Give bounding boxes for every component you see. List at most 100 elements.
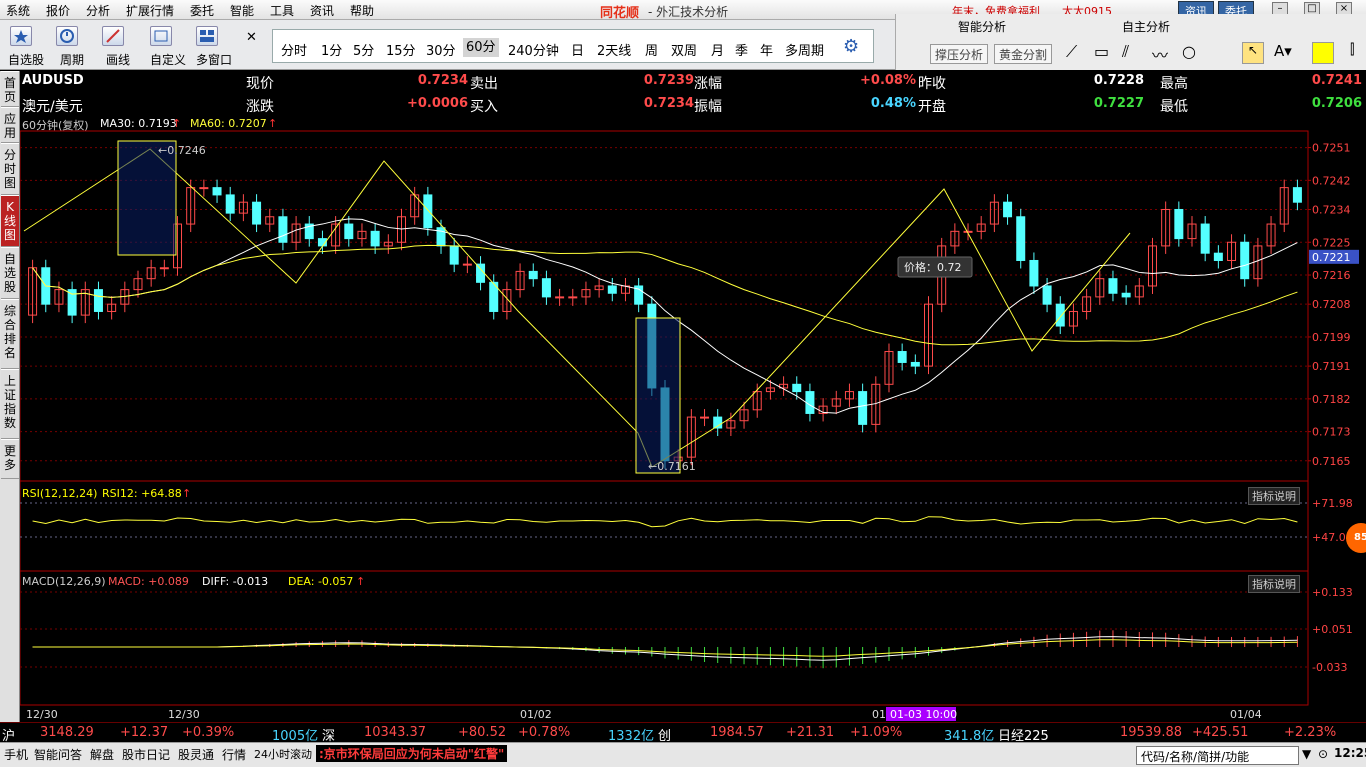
- cursor-tool-icon[interactable]: ↖: [1242, 42, 1264, 64]
- favorites-label[interactable]: 自选股: [8, 51, 44, 68]
- tab-smart-analysis[interactable]: 智能分析: [958, 18, 1006, 35]
- menu-analysis[interactable]: 分析: [86, 2, 110, 19]
- candle-body: [528, 270, 538, 280]
- quote-value: +0.08%: [860, 73, 916, 88]
- side-tab-6[interactable]: 综合排名: [1, 299, 19, 369]
- candle-body: [1213, 252, 1223, 261]
- multi-window-label[interactable]: 多窗口: [196, 51, 232, 68]
- menu-help[interactable]: 帮助: [350, 2, 374, 19]
- candle-body: [344, 223, 354, 240]
- main-period-legend: 60分钟(复权): [22, 119, 89, 132]
- period-tab[interactable]: 季: [735, 40, 748, 59]
- menu-quote[interactable]: 报价: [46, 2, 70, 19]
- side-tab-5[interactable]: 自选股: [1, 247, 19, 299]
- side-tab-7[interactable]: 上证指数: [1, 369, 19, 439]
- menu-news[interactable]: 资讯: [310, 2, 334, 19]
- quote-value: 0.7206: [1311, 96, 1362, 111]
- status-market[interactable]: 行情: [222, 746, 246, 763]
- side-tab-4[interactable]: K线图: [1, 195, 19, 247]
- close-toolbar-icon[interactable]: ✕: [246, 30, 257, 45]
- price-tick: 0.7225: [1312, 236, 1351, 249]
- settings-gear-icon[interactable]: ⚙: [843, 36, 859, 57]
- period-tab[interactable]: 双周: [671, 40, 697, 59]
- clock-icon: ⊙: [1318, 747, 1329, 761]
- rsi-value: RSI12: +64.88: [102, 487, 182, 500]
- support-resistance-button[interactable]: 撑压分析: [930, 44, 989, 64]
- candle-body: [1003, 201, 1013, 218]
- status-stock-god[interactable]: 股灵通: [178, 746, 214, 763]
- status-24h[interactable]: 24小时滚动: [254, 746, 312, 762]
- side-tab-3[interactable]: 分时图: [1, 143, 19, 195]
- wave-tool-icon[interactable]: 〰: [1152, 42, 1168, 66]
- search-input[interactable]: 代码/名称/简拼/功能: [1136, 746, 1299, 765]
- menu-system[interactable]: 系统: [6, 2, 30, 19]
- ellipse-tool-icon[interactable]: ○: [1182, 42, 1196, 61]
- menu-smart[interactable]: 智能: [230, 2, 254, 19]
- chart-area[interactable]: 0.7251 0.7242 0.7234 0.7225 0.7216 0.7208 0.71…: [20, 71, 1366, 722]
- sh-change: +12.37: [120, 725, 169, 740]
- macd-help-button[interactable]: 指标说明: [1248, 575, 1300, 593]
- quote-value: 0.48%: [870, 96, 916, 111]
- menu-extended[interactable]: 扩展行情: [126, 2, 174, 19]
- candle-body: [897, 351, 907, 363]
- favorites-icon[interactable]: [10, 26, 32, 46]
- period-tab[interactable]: 1分: [321, 40, 342, 59]
- quote-value: 0.7241: [1311, 73, 1362, 88]
- cy-pct: +1.09%: [850, 725, 903, 740]
- candle-body: [1055, 303, 1065, 327]
- date-tick: 01/04: [1230, 708, 1262, 721]
- side-tab-8[interactable]: 更多: [1, 439, 19, 479]
- period-tab[interactable]: 周: [645, 40, 658, 59]
- kline-chart[interactable]: 0.7251 0.7242 0.7234 0.7225 0.7216 0.7208 0.71…: [20, 71, 1366, 722]
- period-label[interactable]: 周期: [60, 51, 84, 68]
- menu-trade[interactable]: 委托: [190, 2, 214, 19]
- period-icon[interactable]: [56, 26, 78, 46]
- date-tick: 01-03 10:00: [890, 708, 957, 721]
- candle-body: [1174, 208, 1184, 240]
- text-tool-icon[interactable]: A▾: [1274, 42, 1292, 60]
- search-dropdown-icon[interactable]: ▼: [1302, 747, 1311, 761]
- period-tab-active[interactable]: 60分: [463, 38, 499, 57]
- golden-section-button[interactable]: 黄金分割: [994, 44, 1053, 64]
- period-tab[interactable]: 年: [760, 40, 773, 59]
- pin-icon[interactable]: ⫿: [1350, 42, 1354, 58]
- news-ticker[interactable]: :京市环保局回应为何未启动"红警": [316, 745, 508, 762]
- rsi-help-button[interactable]: 指标说明: [1248, 487, 1300, 505]
- draw-line-icon[interactable]: [102, 26, 124, 46]
- status-stock-pick[interactable]: 解盘: [90, 746, 114, 763]
- brand-logo: 同花顺: [600, 6, 640, 21]
- sh-pct: +0.39%: [182, 725, 235, 740]
- period-tab[interactable]: 月: [711, 40, 724, 59]
- line-tool-icon[interactable]: ⟋: [1066, 42, 1077, 62]
- price-tick: 0.7234: [1312, 203, 1351, 216]
- period-tab[interactable]: 分时: [281, 40, 307, 59]
- channel-tool-icon[interactable]: ⫽: [1122, 42, 1129, 62]
- period-tab[interactable]: 2天线: [597, 40, 631, 59]
- period-tab[interactable]: 日: [571, 40, 584, 59]
- multi-window-icon[interactable]: [196, 26, 218, 46]
- period-tab[interactable]: 15分: [386, 40, 416, 59]
- tab-self-analysis[interactable]: 自主分析: [1122, 18, 1170, 35]
- custom-label[interactable]: 自定义: [150, 51, 186, 68]
- side-tab-1[interactable]: 首页: [1, 71, 19, 107]
- period-tab[interactable]: 5分: [353, 40, 374, 59]
- period-tab[interactable]: 多周期: [785, 40, 824, 59]
- candle-body: [607, 285, 617, 294]
- status-qa[interactable]: 智能问答: [34, 746, 82, 763]
- period-tab[interactable]: 240分钟: [508, 40, 559, 59]
- sh-index: 3148.29: [40, 725, 94, 740]
- side-tab-2[interactable]: 应用: [1, 107, 19, 143]
- color-picker-icon[interactable]: [1312, 42, 1334, 64]
- candle-body: [370, 230, 380, 247]
- cy-change: +21.31: [786, 725, 835, 740]
- draw-line-label[interactable]: 画线: [106, 51, 130, 68]
- menu-tools[interactable]: 工具: [270, 2, 294, 19]
- status-mobile[interactable]: 手机: [4, 746, 28, 763]
- custom-icon[interactable]: [150, 26, 172, 46]
- rect-tool-icon[interactable]: ▭: [1094, 42, 1109, 61]
- zigzag-line: [23, 148, 1131, 468]
- quote-label: 最低: [1160, 99, 1188, 115]
- status-diary[interactable]: 股市日记: [122, 746, 170, 763]
- candle-body: [792, 383, 802, 393]
- period-tab[interactable]: 30分: [426, 40, 456, 59]
